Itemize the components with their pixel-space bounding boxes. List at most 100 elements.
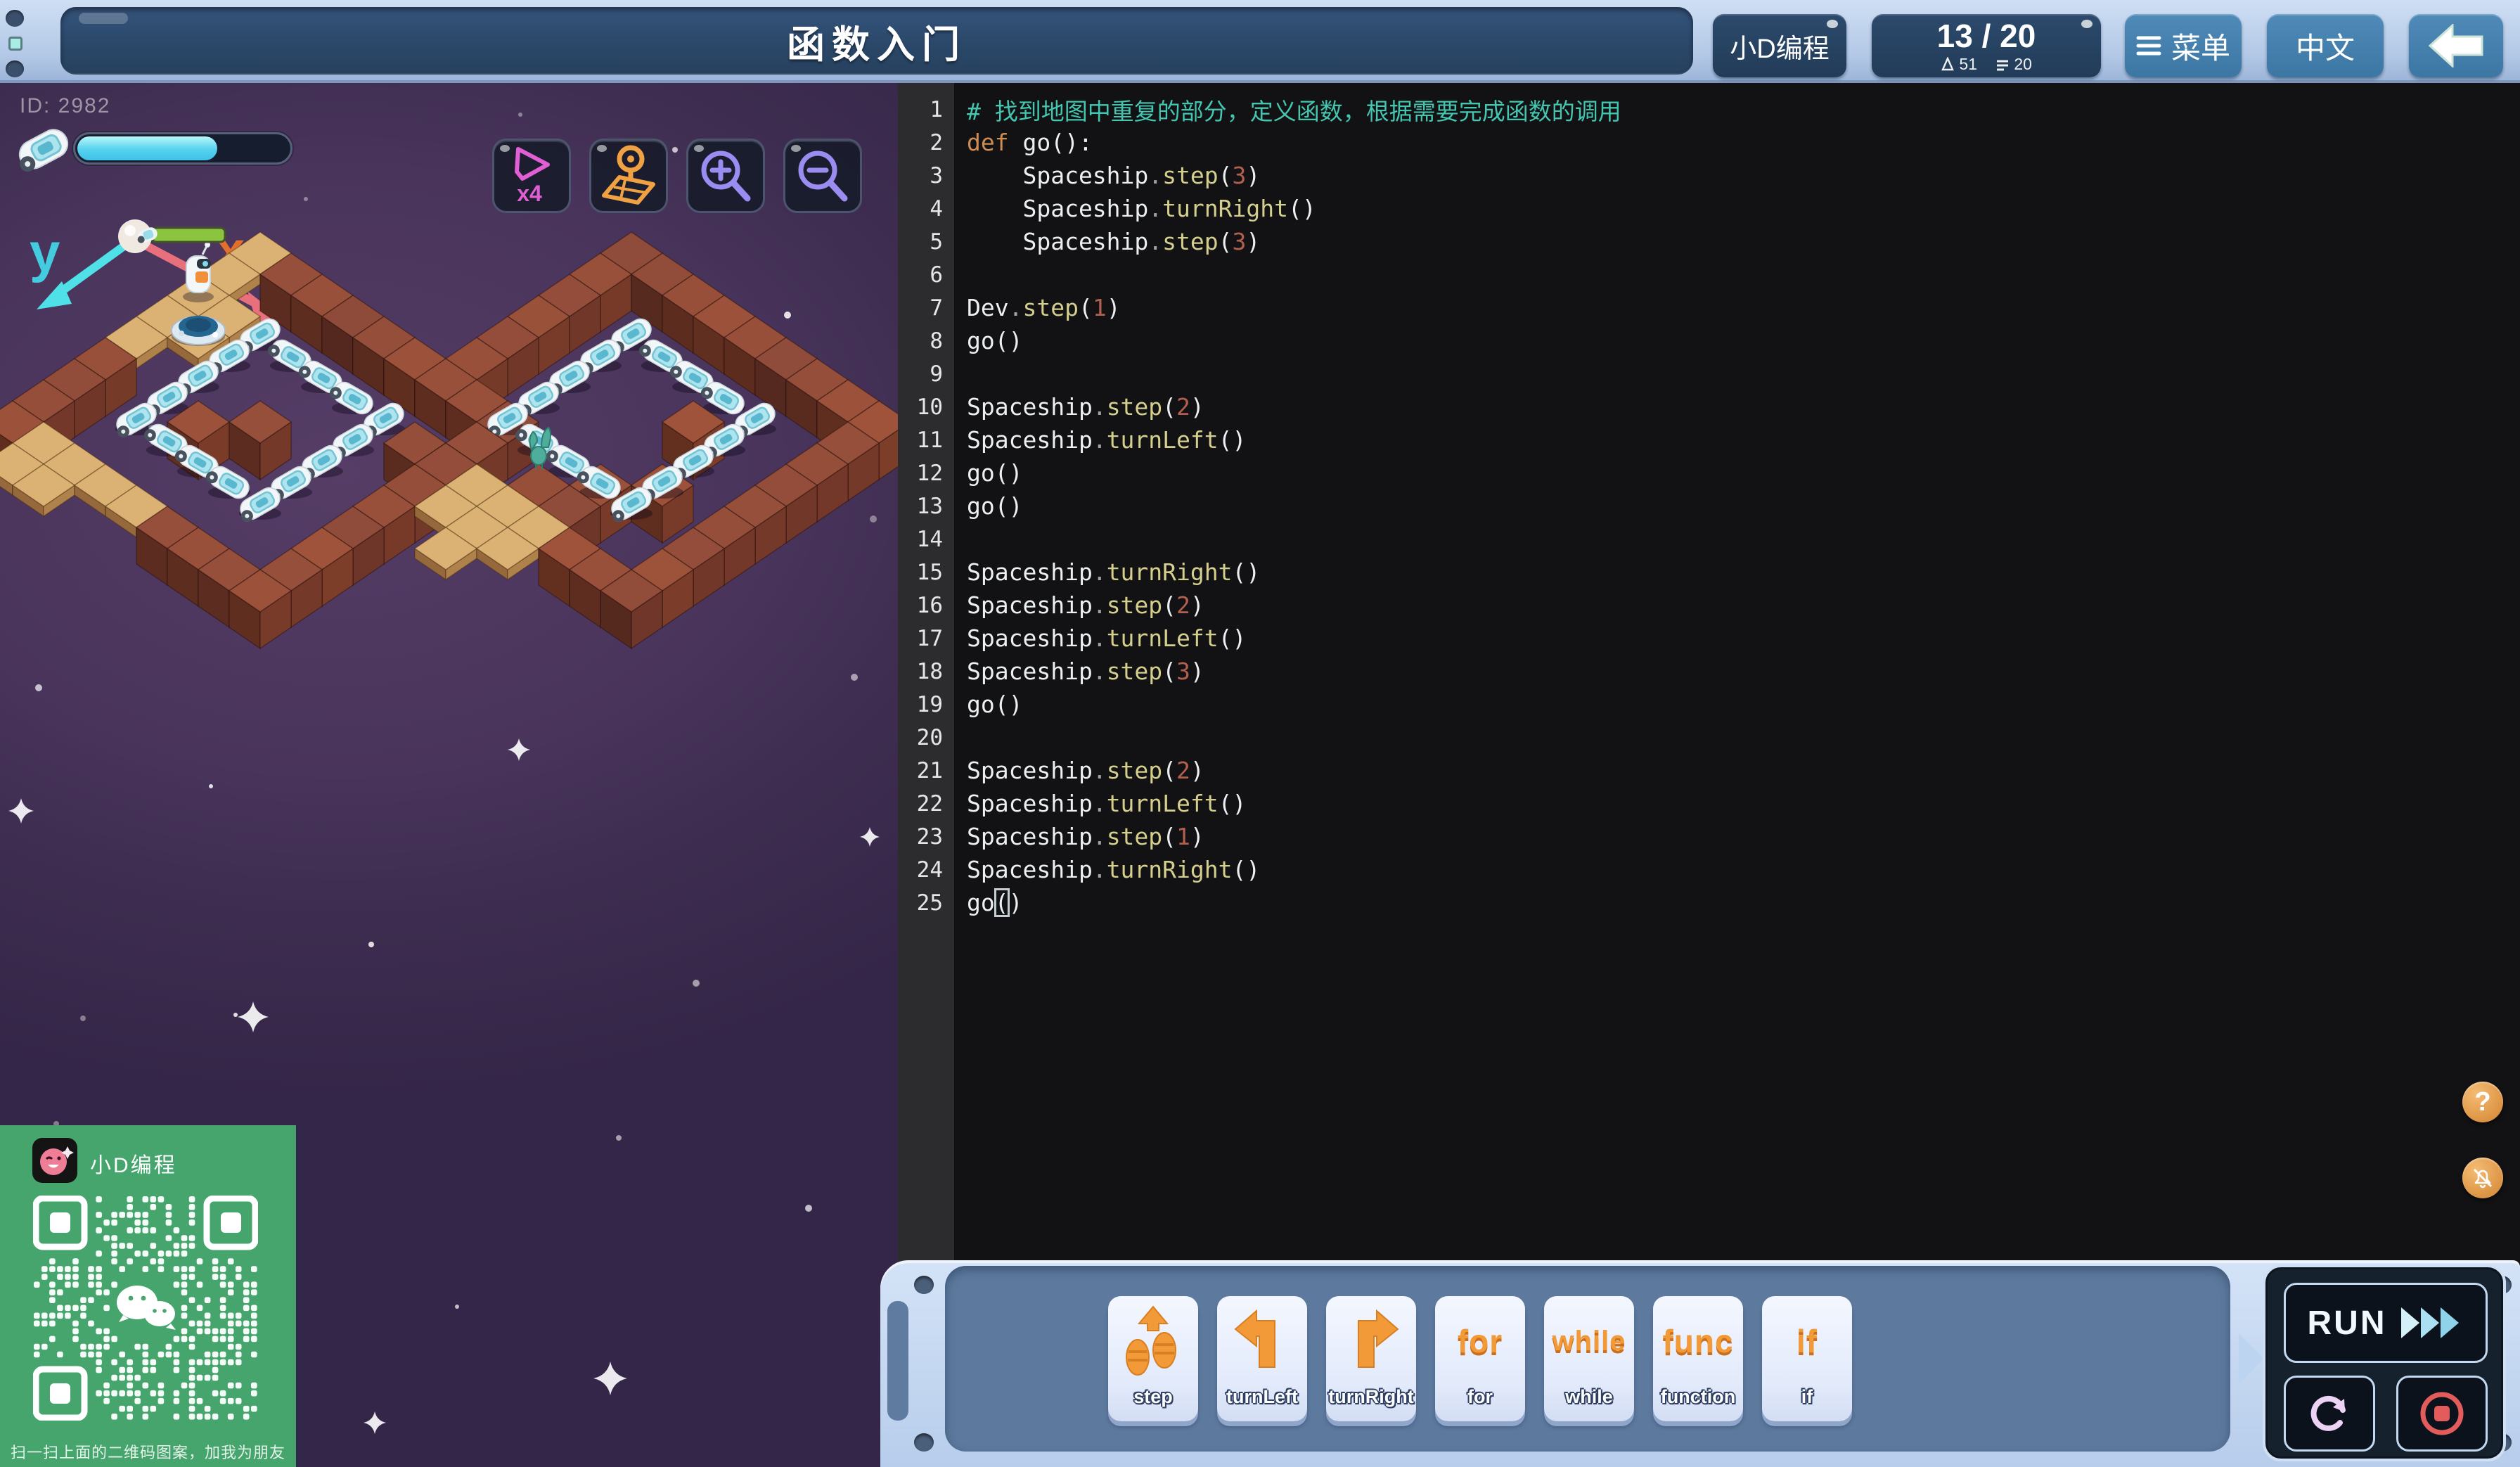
code-line-10: 10 Spaceship.step(2) xyxy=(916,393,1204,421)
battery-stat-icon xyxy=(1941,56,1954,71)
wechat-qr-card: 小D编程 扫一扫上面的二维码图案，加我为朋友 xyxy=(0,1125,296,1467)
code-line-11: 11 Spaceship.turnLeft() xyxy=(916,426,1247,454)
block-label: for xyxy=(1467,1386,1493,1407)
app-window: 函数入门 小D编程 13 / 20 51 20 菜单 中文 y x ID: 29… xyxy=(0,0,2520,1467)
screw-icon xyxy=(914,1433,934,1452)
code-line-23: 23 Spaceship.step(1) xyxy=(916,823,1204,850)
minimap-button[interactable] xyxy=(589,139,668,213)
turnLeft-block-icon xyxy=(1226,1296,1299,1386)
code-line-18: 18 Spaceship.step(3) xyxy=(916,658,1204,685)
app-brand-button[interactable]: 小D编程 xyxy=(1713,14,1846,77)
glare-dot xyxy=(500,145,510,152)
block-label: turnLeft xyxy=(1226,1386,1298,1407)
code-line-1: 1 # 找到地图中重复的部分，定义函数，根据需要完成函数的调用 xyxy=(930,96,1621,125)
run-button[interactable]: RUN xyxy=(2284,1283,2488,1363)
block-toolbar: step turnLeft turnRight for for while while f… xyxy=(880,1260,2520,1467)
code-line-16: 16 Spaceship.step(2) xyxy=(916,591,1204,619)
code-line-22: 22 Spaceship.turnLeft() xyxy=(916,790,1247,817)
glare-dot xyxy=(694,145,704,152)
code-line-17: 17 Spaceship.turnLeft() xyxy=(916,624,1247,652)
code-line-13: 13 go() xyxy=(916,492,1023,520)
svg-text:y: y xyxy=(30,222,60,283)
block-label: turnRight xyxy=(1328,1386,1414,1407)
glare-dot xyxy=(597,145,607,152)
block-if[interactable]: if if xyxy=(1762,1296,1852,1421)
code-line-14: 14 xyxy=(916,526,943,552)
qr-caption: 扫一扫上面的二维码图案，加我为朋友 xyxy=(10,1444,285,1461)
run-label: RUN xyxy=(2307,1304,2387,1342)
block-function[interactable]: func function xyxy=(1653,1296,1743,1421)
glare-dot xyxy=(791,145,801,152)
step-block-icon xyxy=(1117,1296,1190,1386)
language-button[interactable]: 中文 xyxy=(2267,14,2384,77)
block-turnLeft[interactable]: turnLeft xyxy=(1217,1296,1307,1421)
code-editor[interactable]: 1 # 找到地图中重复的部分，定义函数，根据需要完成函数的调用 2 def go():… xyxy=(898,83,2520,1467)
code-line-12: 12 go() xyxy=(916,459,1023,487)
code-line-15: 15 Spaceship.turnRight() xyxy=(916,558,1261,586)
zoom-out-button[interactable] xyxy=(783,139,862,213)
code-line-5: 5 Spaceship.step(3) xyxy=(930,228,1261,255)
block-while[interactable]: while while xyxy=(1544,1296,1634,1421)
top-bar: 函数入门 小D编程 13 / 20 51 20 菜单 中文 xyxy=(0,0,2520,83)
while-block-icon: while xyxy=(1552,1325,1626,1357)
energy-battery-icon xyxy=(18,129,69,172)
energy-stat: 51 xyxy=(1941,55,1977,74)
function-block-icon: func xyxy=(1662,1323,1734,1359)
code-line-3: 3 Spaceship.step(3) xyxy=(930,162,1261,189)
zoom-in-button[interactable] xyxy=(686,139,765,213)
glare-highlight xyxy=(79,13,128,24)
screw-icon xyxy=(6,60,24,77)
code-line-8: 8 go() xyxy=(930,327,1023,354)
if-block-icon: if xyxy=(1796,1323,1818,1359)
stop-button[interactable] xyxy=(2396,1376,2488,1452)
command-block-tray: step turnLeft turnRight for for while while f… xyxy=(945,1266,2230,1452)
back-button[interactable] xyxy=(2409,14,2503,77)
code-lines: 1 # 找到地图中重复的部分，定义函数，根据需要完成函数的调用 2 def go():… xyxy=(898,93,2520,919)
run-control-panel: RUN xyxy=(2263,1264,2506,1461)
lines-stat-icon xyxy=(1997,60,2008,71)
stop-icon xyxy=(2420,1392,2464,1435)
code-line-4: 4 Spaceship.turnRight() xyxy=(930,195,1316,222)
code-line-21: 21 Spaceship.step(2) xyxy=(916,757,1204,784)
level-progress-label: 13 / 20 xyxy=(1936,17,2036,54)
fast-forward-icon xyxy=(2400,1307,2459,1338)
qr-code xyxy=(33,1196,258,1421)
code-line-2: 2 def go(): xyxy=(930,129,1093,156)
app-brand-label: 小D编程 xyxy=(1730,34,1830,64)
mute-notifications-button[interactable] xyxy=(2462,1158,2503,1198)
block-label: function xyxy=(1660,1386,1736,1407)
code-line-20: 20 xyxy=(916,724,943,750)
screw-icon xyxy=(6,10,24,27)
code-line-24: 24 Spaceship.turnRight() xyxy=(916,856,1261,883)
menu-label: 菜单 xyxy=(2171,31,2230,65)
screw-icon xyxy=(914,1276,934,1294)
help-button[interactable]: ? xyxy=(2462,1082,2503,1122)
code-line-6: 6 xyxy=(930,262,943,288)
menu-button[interactable]: 菜单 xyxy=(2125,14,2242,77)
level-title-bar: 函数入门 xyxy=(60,7,1693,75)
brand-name: 小D编程 xyxy=(90,1154,177,1177)
language-label: 中文 xyxy=(2295,31,2355,65)
block-label: step xyxy=(1133,1386,1173,1407)
block-turnRight[interactable]: turnRight xyxy=(1326,1296,1416,1421)
page-title: 函数入门 xyxy=(787,23,967,66)
block-step[interactable]: step xyxy=(1108,1296,1198,1421)
smiley-avatar-icon xyxy=(40,1146,74,1175)
glare-dot xyxy=(1827,20,1838,28)
speed-x4-button[interactable]: x4 xyxy=(492,139,571,213)
lines-stat: 20 xyxy=(1995,55,2032,74)
back-arrow-icon xyxy=(2429,24,2483,68)
block-label: while xyxy=(1565,1386,1613,1407)
reset-icon xyxy=(2310,1395,2346,1431)
code-line-9: 9 xyxy=(930,361,943,387)
energy-progress-bar xyxy=(73,132,292,165)
hamburger-icon xyxy=(2136,36,2161,56)
toolbar-tab xyxy=(887,1301,908,1421)
reset-button[interactable] xyxy=(2284,1376,2375,1452)
energy-progress-fill xyxy=(77,136,217,160)
level-progress-box: 13 / 20 51 20 xyxy=(1872,14,2101,77)
for-block-icon: for xyxy=(1457,1323,1503,1359)
led-icon xyxy=(8,37,22,51)
block-for[interactable]: for for xyxy=(1435,1296,1525,1421)
code-line-25: 25 go() xyxy=(916,888,1023,917)
